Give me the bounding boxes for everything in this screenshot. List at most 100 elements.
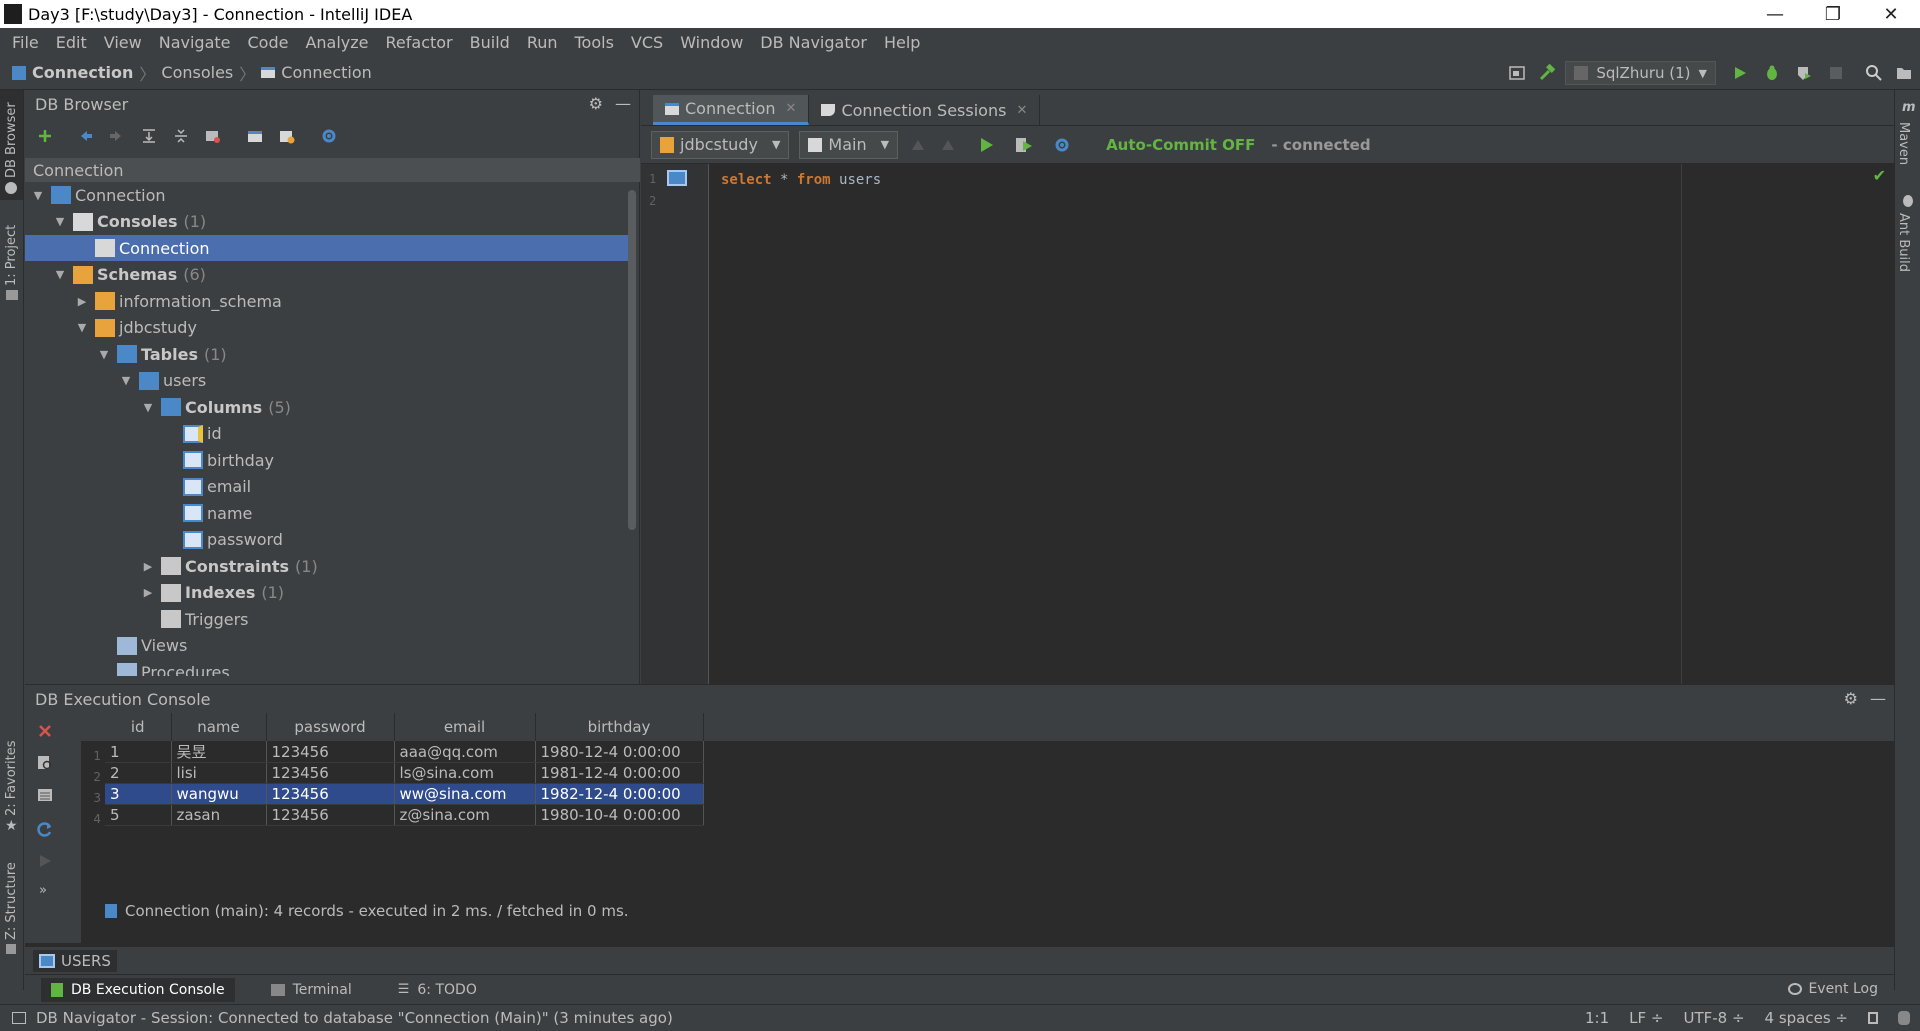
table-cell[interactable]: 1980-12-4 0:00:00 bbox=[535, 741, 704, 763]
column-header-email[interactable]: email bbox=[394, 713, 536, 741]
table-row[interactable]: 1 吴昱 123456 aaa@qq.com 1980-12-4 0:00:00 bbox=[105, 741, 704, 763]
expand-arrow-icon[interactable]: ▼ bbox=[119, 374, 133, 387]
result-grid[interactable]: 1 2 3 4 id name password email birthday … bbox=[81, 713, 1894, 897]
tree-node[interactable]: ▼ Connection bbox=[25, 182, 630, 208]
menu-build[interactable]: Build bbox=[470, 33, 510, 52]
editor-settings-icon[interactable] bbox=[1052, 135, 1072, 155]
tree-node[interactable]: ▼ jdbcstudy bbox=[25, 315, 630, 341]
forward-icon[interactable] bbox=[107, 126, 127, 146]
lock-icon[interactable] bbox=[1868, 1012, 1878, 1024]
back-icon[interactable] bbox=[75, 126, 95, 146]
table-cell[interactable]: 2 bbox=[105, 762, 172, 784]
table-cell[interactable]: 1982-12-4 0:00:00 bbox=[535, 783, 704, 805]
table-cell[interactable]: lisi bbox=[171, 762, 267, 784]
table-cell[interactable]: 5 bbox=[105, 804, 172, 826]
expand-arrow-icon[interactable]: ▼ bbox=[97, 348, 111, 361]
search-icon[interactable] bbox=[1864, 63, 1884, 83]
tree-node[interactable]: birthday bbox=[25, 447, 630, 473]
expand-arrow-icon[interactable]: ▼ bbox=[53, 268, 67, 281]
expand-arrow-icon[interactable]: ▼ bbox=[31, 189, 45, 202]
file-encoding[interactable]: UTF-8 ÷ bbox=[1683, 1009, 1744, 1027]
debug-icon[interactable] bbox=[1762, 63, 1782, 83]
more-icon[interactable]: » bbox=[39, 883, 47, 898]
menu-edit[interactable]: Edit bbox=[56, 33, 87, 52]
record-view-icon[interactable] bbox=[35, 785, 55, 805]
tab-users-result[interactable]: USERS bbox=[33, 949, 117, 972]
collapse-arrow-icon[interactable]: ▶ bbox=[141, 586, 155, 599]
tree-node[interactable]: ▶ information_schema bbox=[25, 288, 630, 314]
menu-file[interactable]: File bbox=[12, 33, 39, 52]
status-panel-icon[interactable] bbox=[12, 1011, 26, 1024]
line-separator[interactable]: LF ÷ bbox=[1629, 1009, 1663, 1027]
breadcrumb-item-console[interactable]: Connection bbox=[281, 63, 372, 82]
build-hammer-icon[interactable] bbox=[1537, 63, 1557, 83]
table-cell[interactable]: z@sina.com bbox=[394, 804, 536, 826]
table-cell[interactable]: aaa@qq.com bbox=[394, 741, 536, 763]
table-row[interactable]: 5 zasan 123456 z@sina.com 1980-10-4 0:00… bbox=[105, 804, 704, 826]
indent-settings[interactable]: 4 spaces ÷ bbox=[1765, 1009, 1848, 1027]
filter-settings-icon[interactable] bbox=[203, 126, 223, 146]
hide-panel-icon[interactable]: — bbox=[1870, 689, 1886, 708]
inspector-icon[interactable] bbox=[1898, 1011, 1910, 1025]
gear-icon[interactable]: ⚙ bbox=[589, 94, 603, 113]
tree-node[interactable]: password bbox=[25, 527, 630, 553]
tree-node[interactable]: ▶ Constraints (1) bbox=[25, 553, 630, 579]
favorites-stripe-button[interactable]: 2: Favorites ★ bbox=[0, 730, 23, 834]
collapse-all-icon[interactable] bbox=[171, 126, 191, 146]
tree-node[interactable]: Views bbox=[25, 633, 630, 659]
tree-node[interactable]: name bbox=[25, 500, 630, 526]
tree-node[interactable]: id bbox=[25, 421, 630, 447]
execute-script-icon[interactable] bbox=[1014, 135, 1034, 155]
tree-node[interactable]: ▼ Consoles (1) bbox=[25, 209, 630, 235]
run-icon[interactable] bbox=[1730, 63, 1750, 83]
connection-selector[interactable]: Connection bbox=[25, 158, 640, 182]
menu-tools[interactable]: Tools bbox=[575, 33, 614, 52]
tree-node[interactable]: ▼ Columns (5) bbox=[25, 394, 630, 420]
execute-disabled-icon[interactable] bbox=[35, 851, 55, 871]
coverage-icon[interactable] bbox=[1794, 63, 1814, 83]
table-cell[interactable]: zasan bbox=[171, 804, 267, 826]
restore-button[interactable]: ❐ bbox=[1804, 0, 1862, 28]
stop-icon[interactable] bbox=[1826, 63, 1846, 83]
tree-node[interactable]: ▼ Schemas (6) bbox=[25, 262, 630, 288]
close-result-icon[interactable] bbox=[35, 721, 55, 741]
table-cell[interactable]: wangwu bbox=[171, 783, 267, 805]
structure-stripe-button[interactable]: Z: Structure bbox=[0, 850, 23, 960]
tree-node[interactable]: Procedures bbox=[25, 659, 630, 676]
add-connection-icon[interactable] bbox=[35, 126, 55, 146]
tab-db-execution-console[interactable]: DB Execution Console bbox=[41, 977, 235, 1002]
folder-icon[interactable] bbox=[1894, 63, 1914, 83]
tab-todo[interactable]: ☰ 6: TODO bbox=[388, 978, 487, 1002]
collapse-arrow-icon[interactable]: ▶ bbox=[141, 560, 155, 573]
menu-code[interactable]: Code bbox=[248, 33, 289, 52]
table-cell[interactable]: 123456 bbox=[266, 804, 395, 826]
tree-node[interactable]: ▼ users bbox=[25, 368, 630, 394]
table-row-selected[interactable]: 3 wangwu 123456 ww@sina.com 1982-12-4 0:… bbox=[105, 783, 704, 805]
tree-node[interactable]: ▼ Tables (1) bbox=[25, 341, 630, 367]
caret-position[interactable]: 1:1 bbox=[1585, 1009, 1609, 1027]
menu-help[interactable]: Help bbox=[884, 33, 920, 52]
table-row[interactable]: 2 lisi 123456 ls@sina.com 1981-12-4 0:00… bbox=[105, 762, 704, 784]
breadcrumb-item-connection[interactable]: Connection bbox=[32, 63, 133, 82]
expand-arrow-icon[interactable]: ▼ bbox=[141, 401, 155, 414]
column-header-password[interactable]: password bbox=[266, 713, 395, 741]
column-header-name[interactable]: name bbox=[171, 713, 267, 741]
collapse-arrow-icon[interactable]: ▶ bbox=[75, 295, 89, 308]
menu-refactor[interactable]: Refactor bbox=[386, 33, 453, 52]
find-in-result-icon[interactable] bbox=[35, 753, 55, 773]
menu-window[interactable]: Window bbox=[680, 33, 743, 52]
menu-view[interactable]: View bbox=[104, 33, 142, 52]
tree-node[interactable]: email bbox=[25, 474, 630, 500]
breadcrumb-item-consoles[interactable]: Consoles bbox=[161, 63, 233, 82]
tree-scrollbar[interactable] bbox=[628, 190, 636, 530]
tree-node[interactable]: ▶ Indexes (1) bbox=[25, 580, 630, 606]
settings-icon[interactable] bbox=[319, 126, 339, 146]
event-log-button[interactable]: Event Log bbox=[1788, 981, 1878, 997]
gear-icon[interactable]: ⚙ bbox=[1844, 689, 1858, 708]
expand-all-icon[interactable] bbox=[139, 126, 159, 146]
execute-statement-icon[interactable] bbox=[976, 135, 996, 155]
table-cell[interactable]: 吴昱 bbox=[171, 741, 267, 763]
close-tab-icon[interactable]: ✕ bbox=[786, 101, 797, 116]
hide-panel-icon[interactable]: — bbox=[615, 94, 631, 113]
table-cell[interactable]: 123456 bbox=[266, 762, 395, 784]
